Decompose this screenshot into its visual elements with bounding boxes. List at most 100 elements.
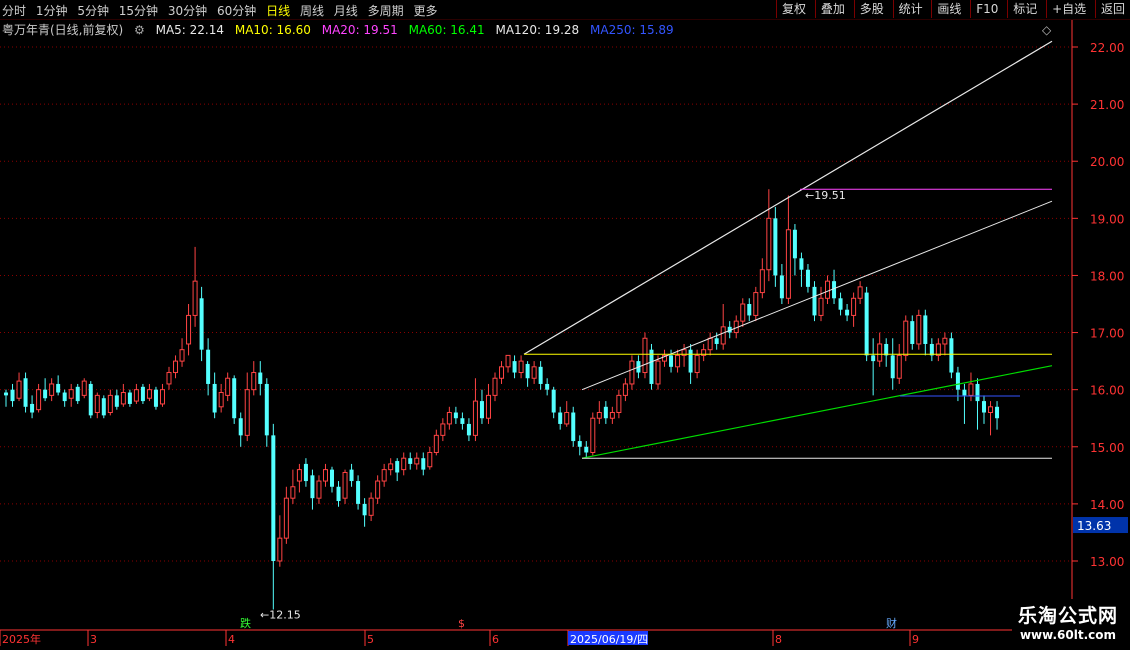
- candle-body-down: [101, 398, 106, 416]
- cursor-date-label: 2025/06/19/四: [570, 633, 648, 646]
- candle-body-down: [955, 372, 960, 390]
- candle-body-down: [571, 412, 576, 442]
- candle-body-down: [395, 461, 400, 473]
- marker-drop: 跌: [240, 616, 251, 630]
- candle-body-up: [629, 360, 635, 385]
- candle-body-down: [62, 392, 67, 402]
- candle-body-up: [244, 389, 250, 436]
- candle-body-up: [564, 412, 570, 425]
- candle-body-up: [896, 354, 902, 379]
- candle-body-down: [479, 401, 484, 419]
- candle-body-up: [903, 320, 909, 356]
- x-tick-label: 9: [912, 633, 919, 646]
- candle-body-down: [88, 383, 93, 416]
- candle-body-up: [446, 412, 452, 425]
- candle-body-down: [805, 269, 810, 287]
- marker-finance: 财: [886, 616, 897, 630]
- candle-body-up: [877, 343, 883, 362]
- candle-body-up: [49, 383, 55, 396]
- candle-body-down: [584, 446, 589, 453]
- marker-dollar: $: [458, 617, 465, 630]
- x-tick-label: 4: [228, 633, 235, 646]
- candle-body-down: [603, 406, 608, 419]
- candle-body-down: [688, 349, 693, 373]
- candle-body-up: [277, 537, 283, 562]
- candle-body-down: [929, 343, 934, 356]
- candle-body-up: [472, 400, 478, 436]
- current-price-label: 13.63: [1077, 519, 1111, 533]
- candle-body-down: [545, 383, 550, 390]
- candle-body-down: [153, 389, 158, 407]
- candle-body-up: [120, 392, 126, 405]
- candle-body-up: [440, 423, 446, 436]
- candle-body-up: [68, 389, 74, 399]
- candle-body-up: [518, 360, 524, 374]
- y-tick-label: 20.00: [1090, 155, 1124, 169]
- candle-body-up: [766, 217, 772, 271]
- candle-body-up: [616, 394, 622, 414]
- candle-body-down: [258, 372, 263, 384]
- candle-body-up: [655, 360, 661, 385]
- candle-body-up: [720, 326, 726, 345]
- candle-body-down: [330, 469, 334, 487]
- candle-body-down: [577, 441, 582, 447]
- candle-body-down: [206, 349, 211, 384]
- candle-body-down: [421, 458, 426, 470]
- candle-body-up: [694, 354, 700, 374]
- candle-body-down: [310, 475, 315, 499]
- candle-body-up: [94, 394, 100, 414]
- y-tick-label: 16.00: [1090, 384, 1124, 398]
- candle-body-down: [962, 389, 967, 396]
- candle-body-down: [336, 486, 341, 502]
- x-tick-label: 3: [90, 633, 97, 646]
- candle-body-down: [43, 389, 48, 399]
- kline-chart[interactable]: 22.00 21.00 20.00 19.00 18.00 17.00 16.00 15.00…: [0, 0, 1130, 650]
- candle-body-up: [381, 469, 387, 482]
- candle-body-down: [23, 378, 28, 407]
- candle-body-up: [499, 366, 505, 379]
- candle-body-down: [356, 481, 361, 504]
- candle-body-down: [714, 338, 719, 344]
- candle-body-down: [4, 392, 8, 396]
- x-tick-label: 5: [367, 633, 374, 646]
- candle-body-up: [988, 406, 994, 414]
- candle-body-down: [838, 298, 843, 310]
- y-tick-label: 13.00: [1090, 555, 1124, 569]
- candle-body-up: [159, 389, 165, 405]
- x-tick-label: 8: [775, 633, 782, 646]
- candle-body-up: [857, 286, 863, 299]
- candle-body-down: [271, 435, 276, 561]
- candle-body-down: [349, 469, 354, 482]
- candle-body-up: [36, 389, 42, 411]
- candle-body-down: [884, 343, 889, 356]
- candle-body-up: [622, 383, 628, 396]
- candle-body-down: [238, 418, 243, 436]
- candle-body-up: [485, 394, 491, 419]
- x-tick-label: 6: [492, 633, 499, 646]
- candle-body-up: [609, 412, 615, 419]
- candle-body-down: [864, 292, 869, 356]
- candle-body-up: [590, 417, 596, 453]
- candle-body-up: [225, 377, 231, 396]
- candle-body-up: [596, 412, 602, 419]
- candle-body-down: [558, 412, 563, 424]
- watermark: 乐淘公式网 www.60lt.com: [1011, 599, 1124, 644]
- y-tick-label: 17.00: [1090, 327, 1124, 341]
- candle-body-up: [675, 354, 681, 368]
- y-tick-label: 22.00: [1090, 41, 1124, 55]
- candle-body-up: [107, 394, 113, 414]
- candle-body-down: [303, 463, 308, 482]
- y-tick-label: 21.00: [1090, 98, 1124, 112]
- candle-body-up: [851, 297, 857, 316]
- candle-body-down: [453, 412, 458, 419]
- y-tick-label: 14.00: [1090, 498, 1124, 512]
- candle-body-up: [642, 337, 648, 374]
- candle-body-up: [785, 229, 791, 299]
- candle-body-down: [75, 386, 80, 402]
- candle-body-down: [525, 363, 530, 379]
- candle-body-down: [127, 392, 132, 404]
- candle-body-up: [505, 354, 511, 368]
- candle-body-down: [779, 275, 784, 299]
- candle-body-down: [845, 309, 850, 316]
- candle-body-down: [890, 355, 895, 379]
